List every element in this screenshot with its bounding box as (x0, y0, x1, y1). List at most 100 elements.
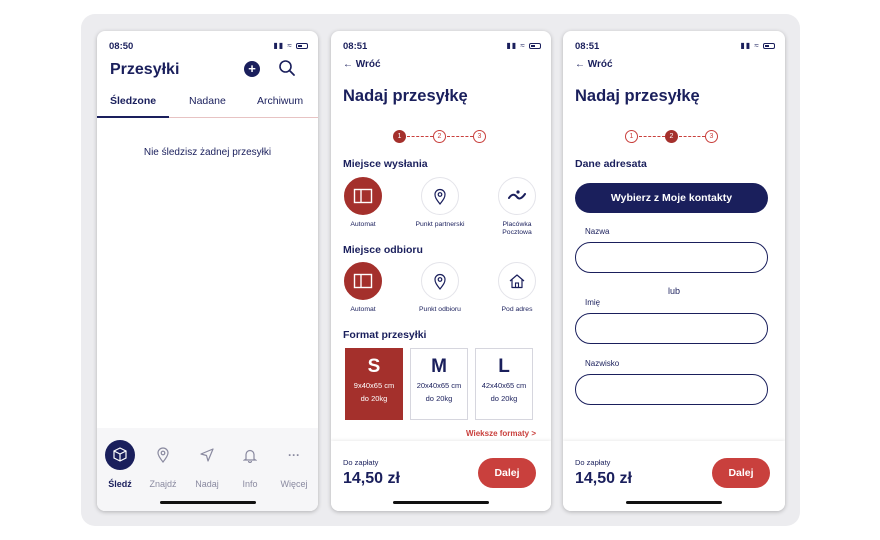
nav-label: Więcej (280, 479, 308, 489)
status-icons: ▮▮ ≈ (506, 41, 541, 50)
tab-sent[interactable]: Nadane (189, 95, 226, 107)
first-name-field[interactable] (575, 313, 768, 344)
arrow-left-icon: ← (575, 59, 588, 70)
stepper: 1 2 3 (331, 130, 551, 144)
payment-amount: 14,50 zł (575, 470, 632, 487)
battery-icon (529, 42, 541, 49)
option-label: Placówka Pocztowa (502, 221, 532, 236)
step-connector (679, 136, 705, 137)
format-size: M (431, 356, 447, 377)
tab-tracked[interactable]: Śledzone (110, 95, 156, 107)
location-pin-icon (421, 262, 459, 300)
name-field[interactable] (575, 242, 768, 273)
location-pin-icon (421, 177, 459, 215)
step-3: 3 (705, 130, 718, 143)
search-icon[interactable] (278, 59, 296, 82)
step-2: 2 (433, 130, 446, 143)
step-2: 2 (665, 130, 678, 143)
receive-option-automat[interactable]: Automat (333, 262, 393, 314)
nav-item-more[interactable]: ··· Więcej (272, 440, 316, 489)
page-title: Przesyłki (110, 61, 180, 78)
back-button[interactable]: ← Wróć (343, 59, 381, 70)
nav-label: Śledź (108, 479, 132, 489)
send-option-partner-point[interactable]: Punkt partnerski (410, 177, 470, 229)
back-button[interactable]: ← Wróć (575, 59, 613, 70)
step-1: 1 (625, 130, 638, 143)
status-time: 08:51 (343, 41, 368, 52)
package-icon (105, 440, 135, 470)
empty-state-message: Nie śledzisz żadnej przesyłki (143, 147, 272, 158)
home-indicator (159, 501, 256, 504)
receive-option-pickup-point[interactable]: Punkt odbioru (410, 262, 470, 314)
add-shipment-button[interactable]: + (244, 61, 260, 77)
step-1: 1 (393, 130, 406, 143)
home-indicator (626, 501, 722, 504)
home-icon (498, 262, 536, 300)
post-office-icon (498, 177, 536, 215)
format-size: L (498, 356, 510, 377)
parcel-locker-icon (344, 177, 382, 215)
nav-item-send[interactable]: Nadaj (185, 440, 229, 489)
format-option-m[interactable]: M 20x40x65 cm do 20kg (410, 348, 468, 420)
or-separator: lub (667, 286, 680, 296)
location-pin-icon (148, 440, 178, 470)
nav-item-track[interactable]: Śledź (98, 440, 142, 489)
format-weight: do 20kg (360, 394, 388, 403)
active-tab-indicator (97, 116, 169, 118)
payment-label: Do zapłaty (343, 458, 379, 467)
arrow-left-icon: ← (343, 59, 356, 70)
nav-item-find[interactable]: Znajdź (141, 440, 185, 489)
format-option-l[interactable]: L 42x40x65 cm do 20kg (475, 348, 533, 420)
page-title: Nadaj przesyłkę (575, 87, 700, 105)
format-dims: 20x40x65 cm (416, 381, 462, 390)
bottom-navigation: Śledź Znajdź Nadaj Info ··· Więcej (97, 428, 318, 511)
step-connector (639, 136, 665, 137)
nav-item-info[interactable]: Info (228, 440, 272, 489)
last-name-field[interactable] (575, 374, 768, 405)
more-formats-link[interactable]: Wieksze formaty > (466, 429, 536, 438)
nav-label: Info (242, 479, 258, 489)
status-time: 08:50 (109, 41, 134, 52)
page-title: Nadaj przesyłkę (343, 87, 468, 105)
send-option-post-office[interactable]: Placówka Pocztowa (487, 177, 547, 237)
send-option-automat[interactable]: Automat (333, 177, 393, 229)
format-size: S (367, 356, 381, 377)
option-label: Automat (350, 306, 376, 313)
status-time: 08:51 (575, 41, 600, 52)
last-name-label: Nazwisko (585, 359, 620, 368)
next-button[interactable]: Dalej (712, 458, 770, 488)
battery-icon (296, 42, 308, 49)
bell-icon (235, 440, 265, 470)
section-format: Format przesyłki (343, 329, 427, 341)
option-label: Pod adres (501, 306, 533, 313)
stepper: 1 2 3 (563, 130, 785, 144)
choose-contacts-button[interactable]: Wybierz z Moje kontakty (575, 183, 768, 213)
section-recipient-data: Dane adresata (575, 158, 647, 170)
first-name-label: Imię (585, 298, 601, 307)
step-connector (447, 136, 473, 137)
next-button[interactable]: Dalej (478, 458, 536, 488)
phone-tracking-screen: 08:50 ▮▮ ≈ Przesyłki + Śledzone Nadane A… (97, 31, 318, 511)
phone-send-step2-screen: 08:51 ▮▮ ≈ ← Wróć Nadaj przesyłkę 1 2 3 … (563, 31, 785, 511)
nav-label: Nadaj (195, 479, 219, 489)
phone-send-step1-screen: 08:51 ▮▮ ≈ ← Wróć Nadaj przesyłkę 1 2 3 … (331, 31, 551, 511)
option-label: Punkt partnerski (415, 221, 465, 228)
option-label: Automat (350, 221, 376, 228)
section-receive-place: Miejsce odbioru (343, 244, 423, 256)
status-icons: ▮▮ ≈ (740, 41, 775, 50)
more-icon: ··· (288, 448, 300, 462)
receive-option-home-address[interactable]: Pod adres (487, 262, 547, 314)
home-indicator (393, 501, 489, 504)
format-weight: do 20kg (425, 394, 453, 403)
option-label: Punkt odbioru (419, 306, 461, 313)
format-weight: do 20kg (490, 394, 518, 403)
format-option-s[interactable]: S 9x40x65 cm do 20kg (345, 348, 403, 420)
payment-label: Do zapłaty (575, 458, 611, 467)
name-label: Nazwa (585, 227, 610, 236)
send-icon (192, 440, 222, 470)
tab-archive[interactable]: Archiwum (257, 95, 303, 107)
format-dims: 42x40x65 cm (481, 381, 527, 390)
payment-amount: 14,50 zł (343, 470, 400, 487)
section-send-place: Miejsce wysłania (343, 158, 428, 170)
step-connector (407, 136, 433, 137)
